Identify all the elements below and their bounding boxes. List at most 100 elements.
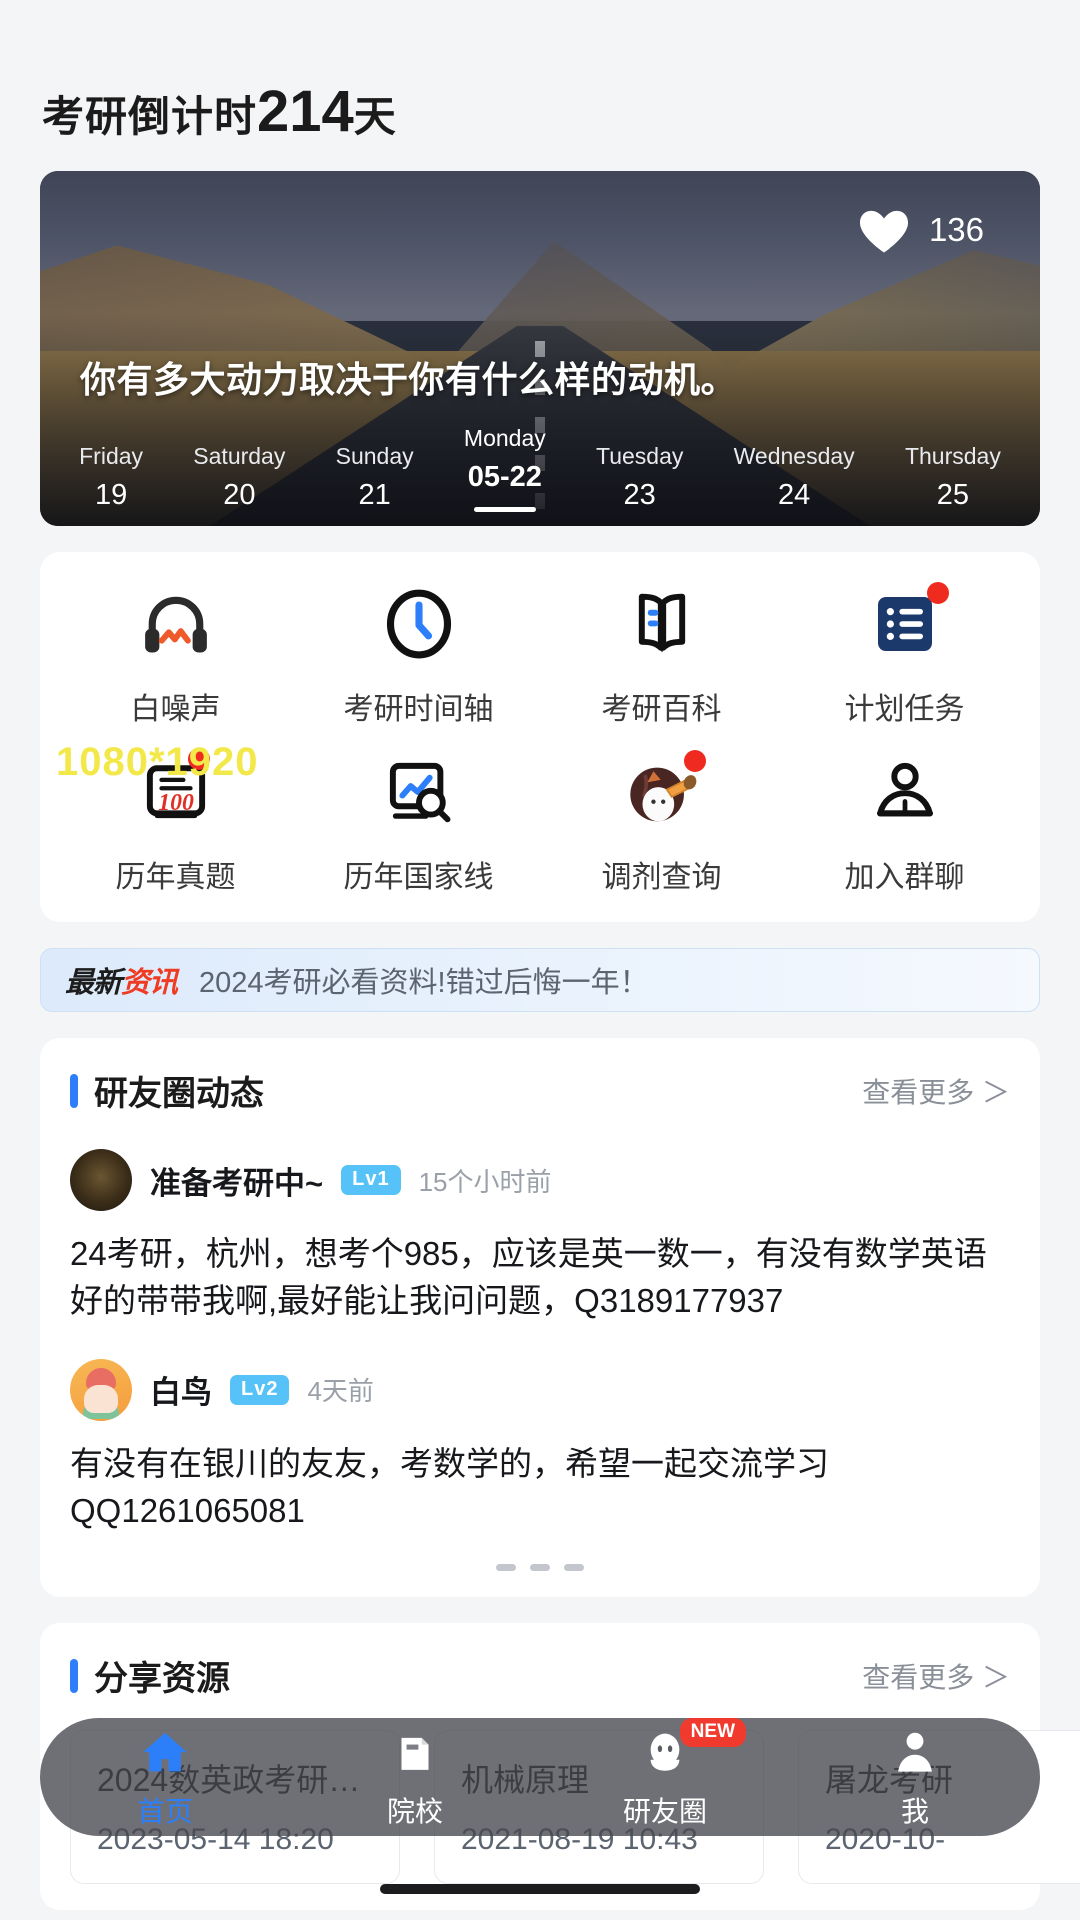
level-badge: Lv1 bbox=[341, 1165, 401, 1195]
app-screen: 考研倒计时214天 136 你有多大动力取决于你有什么样的动机。 Friday … bbox=[0, 0, 1080, 1920]
day-number: 20 bbox=[223, 479, 256, 511]
news-banner[interactable]: 最新资讯 2024考研必看资料!错过后悔一年！ bbox=[40, 948, 1040, 1012]
day-wednesday[interactable]: Wednesday 24 bbox=[734, 443, 855, 512]
grid-label: 加入群聊 bbox=[844, 861, 965, 894]
news-tag-red: 资讯 bbox=[121, 967, 178, 999]
chart-search-icon bbox=[377, 750, 461, 834]
news-tag-black: 最新 bbox=[65, 967, 122, 999]
post-body: 有没有在银川的友友，考数学的，希望一起交流学习QQ1261065081 bbox=[70, 1444, 829, 1529]
tab-label: 我 bbox=[900, 1796, 929, 1827]
svg-text:100: 100 bbox=[158, 790, 194, 816]
grid-row-1: 白噪声 考研时间轴 考研百科 计划任务 bbox=[54, 582, 1026, 728]
grid-label: 计划任务 bbox=[844, 693, 965, 726]
megaphone-cat-icon bbox=[620, 750, 706, 834]
post-header: 白鸟 Lv2 4天前 bbox=[70, 1358, 1010, 1421]
day-friday[interactable]: Friday 19 bbox=[79, 443, 143, 512]
post-username: 准备考研中~ bbox=[150, 1165, 324, 1201]
section-title: 分享资源 bbox=[94, 1660, 230, 1699]
carousel-dot[interactable] bbox=[496, 1564, 516, 1572]
notification-dot bbox=[683, 750, 706, 772]
day-number: 23 bbox=[623, 479, 656, 511]
tab-label: 院校 bbox=[386, 1796, 443, 1827]
news-tag: 最新资讯 bbox=[65, 959, 178, 1001]
moment-post[interactable]: 准备考研中~ Lv1 15个小时前 24考研，杭州，想考个985，应该是英一数一… bbox=[70, 1149, 1010, 1325]
heart-icon bbox=[859, 210, 908, 253]
day-name: Sunday bbox=[335, 443, 414, 469]
grid-label: 考研时间轴 bbox=[343, 693, 494, 726]
avatar[interactable] bbox=[70, 1358, 132, 1421]
moments-section: 研友圈动态 查看更多 ＞ 准备考研中~ Lv1 15个小时前 24考研，杭州，想… bbox=[40, 1038, 1040, 1598]
day-name: Thursday bbox=[904, 443, 1001, 469]
tab-school[interactable]: 院校 bbox=[290, 1724, 540, 1830]
moments-view-more[interactable]: 查看更多 ＞ bbox=[862, 1071, 1010, 1111]
tab-profile[interactable]: 我 bbox=[790, 1724, 1040, 1830]
moment-post[interactable]: 白鸟 Lv2 4天前 有没有在银川的友友，考数学的，希望一起交流学习QQ1261… bbox=[70, 1358, 1010, 1535]
tab-community[interactable]: NEW 研友圈 bbox=[540, 1718, 790, 1830]
section-title: 研友圈动态 bbox=[94, 1075, 264, 1113]
grid-item-join-group[interactable]: 加入群聊 bbox=[783, 750, 1026, 896]
post-time: 15个小时前 bbox=[418, 1166, 552, 1197]
like-button[interactable]: 136 bbox=[857, 205, 984, 255]
day-number: 19 bbox=[94, 479, 128, 511]
tab-label: 首页 bbox=[136, 1796, 193, 1827]
home-indicator bbox=[380, 1884, 700, 1894]
grid-label: 考研百科 bbox=[601, 693, 722, 726]
day-number: 05-22 bbox=[467, 461, 542, 493]
day-number: 21 bbox=[358, 479, 391, 511]
task-list-icon bbox=[863, 582, 949, 666]
page-header: 考研倒计时214天 bbox=[0, 0, 1080, 161]
day-sunday[interactable]: Sunday 21 bbox=[336, 443, 414, 512]
headphones-icon bbox=[134, 582, 218, 666]
countdown-days: 214 bbox=[257, 79, 354, 144]
selected-day-underline bbox=[473, 507, 536, 512]
grid-label: 白噪声 bbox=[130, 693, 221, 726]
moments-title-wrap: 研友圈动态 bbox=[70, 1066, 264, 1115]
section-accent-bar bbox=[70, 1658, 78, 1693]
countdown-suffix: 天 bbox=[353, 93, 397, 140]
level-badge: Lv2 bbox=[230, 1374, 290, 1405]
tab-home[interactable]: 首页 bbox=[40, 1724, 290, 1830]
day-thursday[interactable]: Thursday 25 bbox=[905, 443, 1001, 512]
day-name: Monday bbox=[463, 425, 546, 451]
day-saturday[interactable]: Saturday 20 bbox=[193, 443, 285, 512]
day-name: Wednesday bbox=[733, 443, 855, 469]
open-book-icon bbox=[620, 582, 704, 666]
post-username: 白鸟 bbox=[150, 1375, 212, 1411]
grid-item-national-line[interactable]: 历年国家线 bbox=[297, 750, 540, 896]
post-header: 准备考研中~ Lv1 15个小时前 bbox=[70, 1149, 1010, 1211]
resources-view-more[interactable]: 查看更多 ＞ bbox=[862, 1656, 1010, 1696]
resolution-watermark: 1080*1920 bbox=[56, 740, 259, 784]
day-number: 24 bbox=[778, 479, 811, 511]
resources-header: 分享资源 查看更多 ＞ bbox=[70, 1651, 1010, 1700]
like-count: 136 bbox=[928, 211, 984, 248]
grid-item-white-noise[interactable]: 白噪声 bbox=[54, 582, 297, 728]
hero-banner[interactable]: 136 你有多大动力取决于你有什么样的动机。 Friday 19 Saturda… bbox=[40, 171, 1040, 526]
grid-item-transfer-query[interactable]: 调剂查询 bbox=[540, 750, 783, 896]
grid-item-encyclopedia[interactable]: 考研百科 bbox=[540, 582, 783, 728]
grid-item-plan-task[interactable]: 计划任务 bbox=[783, 582, 1026, 728]
school-icon bbox=[385, 1724, 445, 1782]
day-number: 25 bbox=[936, 479, 970, 511]
news-text: 2024考研必看资料!错过后悔一年！ bbox=[199, 967, 649, 999]
new-badge: NEW bbox=[679, 1718, 746, 1747]
day-monday-selected[interactable]: Monday 05-22 bbox=[464, 425, 546, 512]
resources-title-wrap: 分享资源 bbox=[70, 1651, 230, 1700]
home-icon bbox=[135, 1724, 195, 1782]
grid-label: 历年国家线 bbox=[343, 861, 494, 894]
day-name: Friday bbox=[79, 443, 144, 469]
carousel-dot[interactable] bbox=[564, 1564, 584, 1572]
day-tuesday[interactable]: Tuesday 23 bbox=[596, 443, 683, 512]
bottom-tab-bar: 首页 院校 NEW 研友圈 我 bbox=[40, 1718, 1040, 1836]
day-name: Tuesday bbox=[596, 443, 684, 469]
grid-item-timeline[interactable]: 考研时间轴 bbox=[297, 582, 540, 728]
tab-label: 研友圈 bbox=[622, 1796, 707, 1827]
carousel-dots[interactable] bbox=[70, 1564, 1010, 1572]
clock-icon bbox=[377, 582, 461, 666]
group-chat-icon bbox=[863, 750, 947, 834]
carousel-dot[interactable] bbox=[530, 1564, 550, 1572]
week-strip: Friday 19 Saturday 20 Sunday 21 Monday 0… bbox=[40, 425, 1040, 512]
day-name: Saturday bbox=[193, 443, 286, 469]
quick-entry-grid: 白噪声 考研时间轴 考研百科 计划任务 100 历年真题 历年国家线 调剂查询 … bbox=[40, 552, 1040, 922]
grid-label: 历年真题 bbox=[115, 861, 236, 894]
avatar[interactable] bbox=[70, 1149, 132, 1211]
